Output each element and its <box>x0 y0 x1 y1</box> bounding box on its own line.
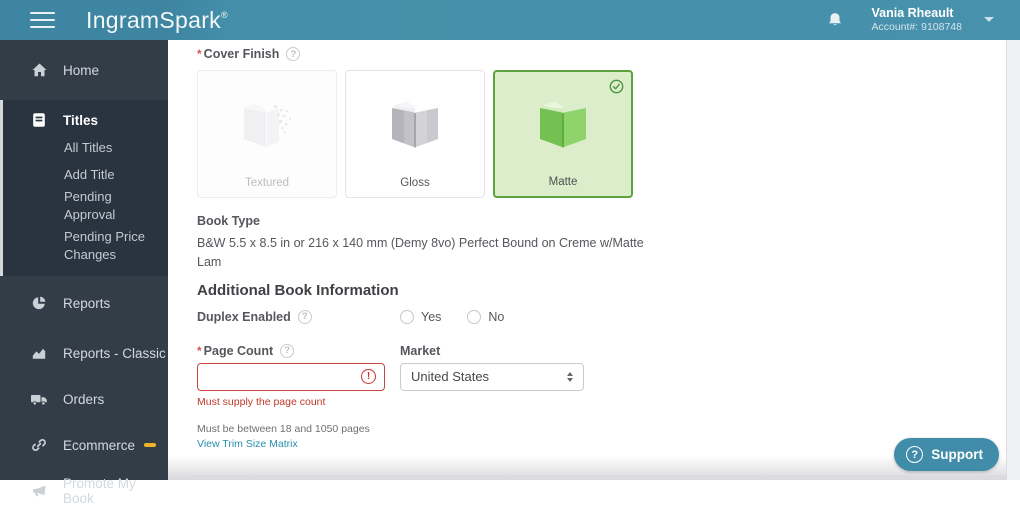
new-badge <box>144 442 157 448</box>
top-bar: IngramSpark® Vania Rheault Account#: 910… <box>0 0 1020 40</box>
select-stepper-icon <box>567 371 573 382</box>
page-count-market-row: * Page Count ? ! Must supply the page co… <box>197 343 1006 408</box>
matte-book-icon <box>530 97 596 149</box>
registered-mark: ® <box>220 9 228 20</box>
help-icon[interactable]: ? <box>297 309 312 324</box>
pie-chart-icon <box>30 295 48 311</box>
sidebar-item-reports[interactable]: Reports <box>0 276 168 330</box>
selected-check-icon <box>609 79 624 94</box>
sidebar-item-titles[interactable]: Titles <box>3 106 168 134</box>
hamburger-menu-icon[interactable] <box>30 7 55 33</box>
help-icon: ? <box>906 446 924 463</box>
radio-button[interactable] <box>400 309 414 324</box>
area-chart-icon <box>30 345 48 361</box>
required-asterisk: * <box>197 47 202 61</box>
page-count-error: Must supply the page count <box>197 395 326 408</box>
card-label: Gloss <box>400 177 430 189</box>
megaphone-icon <box>30 483 48 499</box>
page-gutter <box>1006 40 1020 480</box>
chevron-down-icon[interactable] <box>984 17 994 27</box>
book-type-value: B&W 5.5 x 8.5 in or 216 x 140 mm (Demy 8… <box>197 236 644 270</box>
required-asterisk: * <box>197 343 202 358</box>
sidebar-item-promote-my-book[interactable]: Promote My Book <box>0 468 168 514</box>
sidebar-item-label: Promote My Book <box>63 476 136 507</box>
sidebar-item-add-title[interactable]: Add Title <box>3 161 168 188</box>
sidebar-item-all-titles[interactable]: All Titles <box>3 134 168 161</box>
notifications-bell-icon[interactable] <box>826 11 844 29</box>
page-count-label: * Page Count ? <box>197 343 400 358</box>
cover-finish-option-textured[interactable]: Textured <box>197 70 337 198</box>
sidebar-item-pending-approval[interactable]: Pending Approval <box>3 188 168 223</box>
textured-book-icon <box>234 97 300 149</box>
sidebar-item-label: Titles <box>63 112 99 128</box>
market-selected-value: United States <box>411 369 490 385</box>
sidebar-item-orders[interactable]: Orders <box>0 376 168 422</box>
sidebar-item-home[interactable]: Home <box>0 48 168 92</box>
help-icon[interactable]: ? <box>280 343 295 358</box>
sidebar-item-pending-price-changes[interactable]: Pending Price Changes <box>3 223 168 267</box>
page-count-input[interactable]: ! <box>197 362 385 391</box>
sidebar-item-label: Reports - Classic <box>63 345 166 361</box>
sidebar-nav: Home Titles All Titles Add Title Pending… <box>0 40 168 506</box>
ingramspark-logo: IngramSpark® <box>86 7 228 34</box>
logo-text: IngramSpark <box>86 6 221 33</box>
additional-book-info-heading: Additional Book Information <box>197 281 399 299</box>
account-menu[interactable]: Vania Rheault Account#: 9108748 <box>872 5 1007 35</box>
truck-icon <box>30 392 48 407</box>
main-panel: * Cover Finish ? Textured Gloss Matte Bo… <box>168 40 1006 480</box>
support-button[interactable]: ? Support <box>894 438 999 471</box>
gloss-book-icon <box>382 97 448 149</box>
account-number: Account#: 9108748 <box>871 21 963 34</box>
sidebar-item-label: Orders <box>63 391 105 407</box>
home-icon <box>30 62 48 78</box>
market-label: Market <box>400 343 441 358</box>
page-count-helper: Must be between 18 and 1050 pages <box>197 422 370 435</box>
duplex-yes-option[interactable]: Yes <box>400 309 441 324</box>
duplex-enabled-row: Duplex Enabled ? Yes No <box>197 309 1006 324</box>
book-type-label: Book Type <box>197 214 260 228</box>
sidebar-item-reports-classic[interactable]: Reports - Classic <box>0 330 168 376</box>
market-select[interactable]: United States <box>400 362 584 391</box>
duplex-enabled-label: Duplex Enabled ? <box>197 309 400 324</box>
cover-finish-options: Textured Gloss Matte <box>197 70 1006 198</box>
radio-button[interactable] <box>467 309 482 324</box>
cover-finish-label: * Cover Finish ? <box>197 47 1006 61</box>
sidebar-item-ecommerce[interactable]: Ecommerce <box>0 422 168 468</box>
card-label: Textured <box>244 177 290 189</box>
duplex-radio-group: Yes No <box>400 309 504 324</box>
sidebar-group-titles: Titles All Titles Add Title Pending Appr… <box>0 100 168 277</box>
error-exclamation-icon: ! <box>361 369 376 385</box>
sidebar-item-label: Ecommerce <box>63 437 136 453</box>
duplex-no-option[interactable]: No <box>467 309 504 324</box>
sidebar-item-label: Home <box>63 62 100 78</box>
cover-finish-option-matte[interactable]: Matte <box>493 70 633 198</box>
card-label: Matte <box>548 176 578 188</box>
section-divider <box>187 475 1006 477</box>
cover-finish-option-gloss[interactable]: Gloss <box>345 70 485 198</box>
user-name: Vania Rheault <box>871 6 954 21</box>
sidebar-item-label: Reports <box>63 295 111 311</box>
help-icon[interactable]: ? <box>286 47 301 61</box>
link-icon <box>30 437 48 453</box>
book-icon <box>30 112 48 128</box>
view-trim-size-matrix-link[interactable]: View Trim Size Matrix <box>197 438 298 450</box>
